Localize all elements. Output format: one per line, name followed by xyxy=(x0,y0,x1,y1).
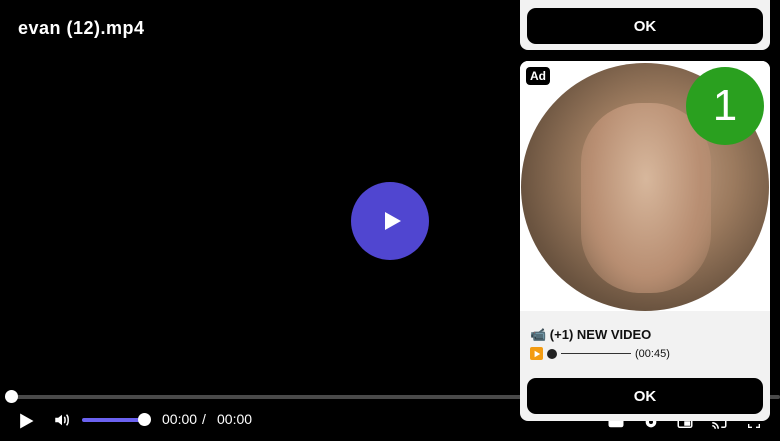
time-separator: / xyxy=(202,411,206,427)
volume-thumb[interactable] xyxy=(138,413,151,426)
ad-image-figure xyxy=(581,103,711,293)
record-dot-icon xyxy=(547,348,557,359)
play-button[interactable] xyxy=(14,409,38,433)
play-icon xyxy=(385,212,401,230)
ad-duration: (00:45) xyxy=(635,347,670,360)
ad-headline[interactable]: 📹 (+1) NEW VIDEO xyxy=(530,327,651,343)
ad-top-panel: OK xyxy=(520,0,770,50)
play-emoji-icon xyxy=(530,347,543,360)
ad-card[interactable]: Ad 1 📹 (+1) NEW VIDEO (00:45) OK xyxy=(520,61,770,421)
ad-ok-button[interactable]: OK xyxy=(527,378,763,414)
ad-top-ok-button[interactable]: OK xyxy=(527,8,763,44)
volume-icon xyxy=(55,414,69,426)
ad-media[interactable]: Ad 1 xyxy=(520,61,770,311)
timeline-line xyxy=(561,353,631,354)
play-icon xyxy=(20,413,34,429)
volume-slider[interactable] xyxy=(82,418,144,422)
current-time: 00:00 xyxy=(162,411,198,427)
volume-button[interactable] xyxy=(50,409,74,431)
video-title: evan (12).mp4 xyxy=(18,18,145,38)
progress-thumb[interactable] xyxy=(5,390,18,403)
notification-count-badge: 1 xyxy=(686,67,764,145)
ad-video-meta: (00:45) xyxy=(530,347,670,360)
ad-badge: Ad xyxy=(526,67,550,85)
total-time: 00:00 xyxy=(217,411,253,427)
big-play-button[interactable] xyxy=(351,182,429,260)
